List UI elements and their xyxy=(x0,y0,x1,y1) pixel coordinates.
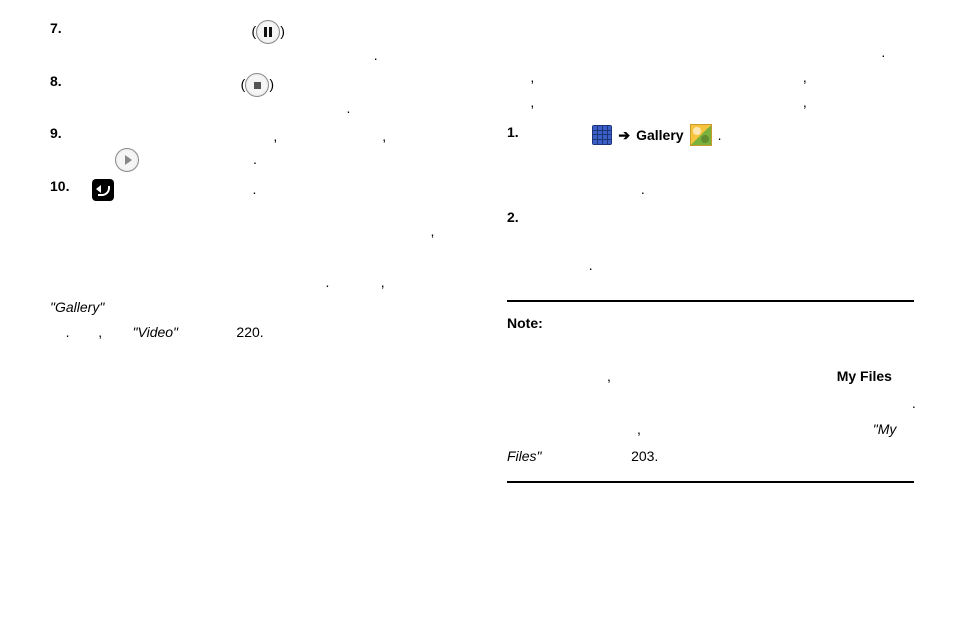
left-column: 7. Touch the Pause button ( () ) to stop… xyxy=(0,0,477,503)
postline: All of your photos and videos are listed… xyxy=(549,159,880,197)
para-a: After saving a video, you can access var… xyxy=(50,223,431,239)
note-label: Note: xyxy=(507,315,543,331)
item-number: 7. xyxy=(50,20,92,36)
item-8-pre: Touch the Stop button ( xyxy=(92,76,237,92)
gallery-icon xyxy=(690,124,712,146)
page-203: 203. xyxy=(631,448,658,464)
note-body-2: folder. For more information, refer to xyxy=(645,421,873,437)
arrow-icon: ➔ xyxy=(618,124,630,146)
item-number: 10. xyxy=(50,178,92,194)
back-icon xyxy=(92,179,114,201)
stop-icon xyxy=(245,73,269,97)
my-files-bold: My Files xyxy=(837,368,892,384)
right-intro: When you take a photo the file is saved … xyxy=(507,40,914,116)
gallery-label: Gallery xyxy=(636,124,683,146)
item-7-pre: Touch the Pause button ( xyxy=(92,23,248,39)
list-item-9: 9. Once the file has been saved, touch t… xyxy=(50,125,447,172)
play-icon xyxy=(115,148,139,172)
on-page-text: on page xyxy=(182,324,237,340)
item-number: 9. xyxy=(50,125,92,141)
gallery-ref: "Gallery" xyxy=(50,299,104,315)
list-item-7: 7. Touch the Pause button ( () ) to stop… xyxy=(50,20,447,67)
right-list-item-1: 1. Touch ➔ Gallery . All of your photos xyxy=(507,124,914,201)
item-9-body: Once the file has been saved xyxy=(92,128,273,144)
apps-icon xyxy=(592,125,612,145)
note-page-prefix: on page 203. xyxy=(545,448,627,464)
para-b: image viewer. For more information, refe… xyxy=(50,274,325,290)
item-number: 1. xyxy=(507,124,549,140)
period: . xyxy=(718,124,722,146)
right-list-item-2: 2. Select a folder and touch a file to o… xyxy=(507,209,914,276)
left-paragraph: After saving a video, you can access var… xyxy=(50,219,447,345)
item-2-body: Select a folder and touch a file to open… xyxy=(549,212,879,250)
page-220: 220. xyxy=(236,324,263,340)
note-block: Note: If no control icons are displayed … xyxy=(507,300,914,484)
pause-icon xyxy=(256,20,280,44)
item-number: 8. xyxy=(50,73,92,89)
item-number: 2. xyxy=(507,209,549,225)
note-body-1: If no control icons are displayed on the… xyxy=(507,315,900,358)
list-item-8: 8. Touch the Stop button ( () ) to stop … xyxy=(50,73,447,120)
video-ref: "Video" xyxy=(133,324,179,340)
list-item-10: 10. to return to the viewer. xyxy=(50,178,447,201)
touch-pre: Touch xyxy=(549,124,586,146)
right-column: When you take a photo the file is saved … xyxy=(477,0,954,503)
